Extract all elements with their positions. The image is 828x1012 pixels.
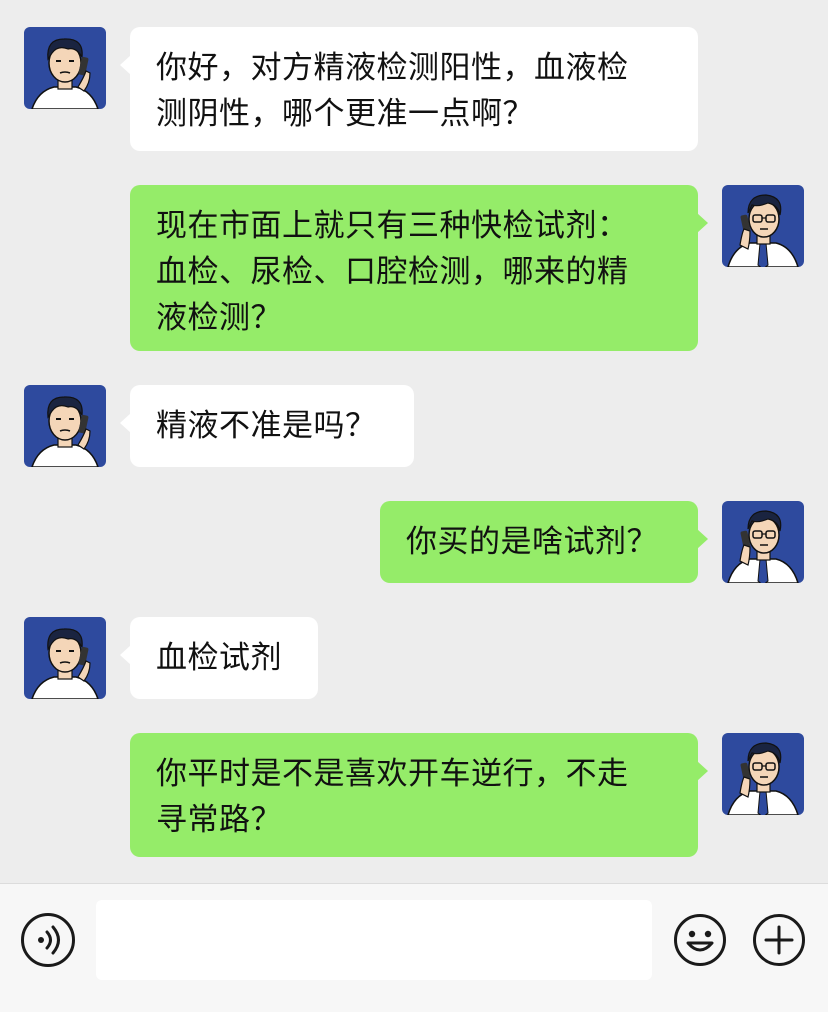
bubble-tail <box>120 55 131 75</box>
doctor-avatar[interactable] <box>722 501 804 583</box>
message-text: 你平时是不是喜欢开车逆行，不走 寻常路？ <box>156 756 629 838</box>
message-text: 现在市面上就只有三种快检试剂： 血检、尿检、口腔检测，哪来的精 液检测？ <box>156 208 629 336</box>
input-bar <box>0 883 828 1012</box>
message-input[interactable] <box>96 900 652 980</box>
bubble-tail <box>120 413 131 433</box>
message-bubble-doctor[interactable]: 现在市面上就只有三种快检试剂： 血检、尿检、口腔检测，哪来的精 液检测？ <box>130 185 708 351</box>
patient-avatar[interactable] <box>24 385 106 467</box>
emoji-icon[interactable] <box>673 913 727 967</box>
doctor-avatar[interactable] <box>722 185 804 267</box>
bubble-tail <box>697 761 708 781</box>
message-bubble-patient[interactable]: 血检试剂 <box>120 617 318 699</box>
bubble-tail <box>697 529 708 549</box>
bubble-tail <box>697 213 708 233</box>
voice-icon[interactable] <box>21 913 75 967</box>
message-bubble-doctor[interactable]: 你买的是啥试剂？ <box>380 501 708 583</box>
message-text: 血检试剂 <box>156 640 282 676</box>
patient-avatar[interactable] <box>24 617 106 699</box>
patient-avatar[interactable] <box>24 27 106 109</box>
message-text: 精液不准是吗？ <box>156 408 377 444</box>
message-bubble-patient[interactable]: 精液不准是吗？ <box>120 385 414 467</box>
bubble-tail <box>120 645 131 665</box>
message-bubble-patient[interactable]: 你好，对方精液检测阳性，血液检 测阴性，哪个更准一点啊？ <box>120 27 698 151</box>
chat-area[interactable]: 你好，对方精液检测阳性，血液检 测阴性，哪个更准一点啊？ 现在市面上就只有三种快… <box>0 0 828 883</box>
message-bubble-doctor[interactable]: 你平时是不是喜欢开车逆行，不走 寻常路？ <box>130 733 708 857</box>
plus-icon[interactable] <box>752 913 806 967</box>
message-text: 你买的是啥试剂？ <box>406 524 658 560</box>
message-text: 你好，对方精液检测阳性，血液检 测阴性，哪个更准一点啊？ <box>156 50 629 132</box>
doctor-avatar[interactable] <box>722 733 804 815</box>
